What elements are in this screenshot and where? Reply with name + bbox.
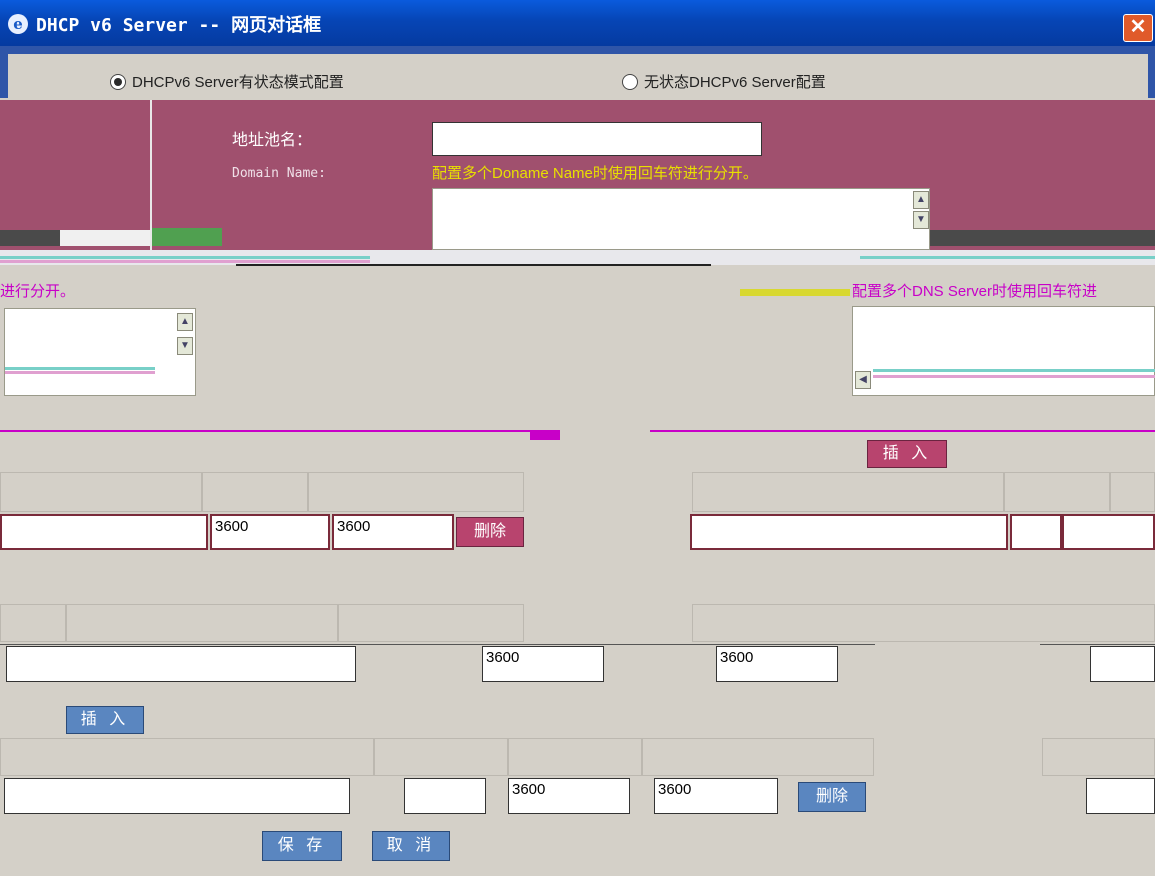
panel-strip-right <box>930 230 1155 246</box>
scroll-up-icon[interactable]: ▲ <box>913 191 929 209</box>
stateless-mode-label: 无状态DHCPv6 Server配置 <box>644 74 826 91</box>
insert-button-2[interactable]: 插 入 <box>66 706 144 734</box>
lifetime-column-header <box>1110 472 1155 512</box>
table2-header-3 <box>338 604 524 642</box>
prefix-input[interactable] <box>0 514 208 550</box>
left-dns-textarea[interactable]: ▲ ▼ <box>4 308 196 396</box>
ie-icon: e <box>8 14 28 34</box>
table3-header-2 <box>374 738 508 776</box>
table3-preferred-input[interactable]: 3600 <box>508 778 630 814</box>
textarea-strip <box>873 369 1155 372</box>
color-strip-left <box>0 256 370 259</box>
table3-extra-input[interactable] <box>1086 778 1155 814</box>
scroll-down-icon[interactable]: ▼ <box>913 211 929 229</box>
left-hint-fragment: 进行分开。 <box>0 283 76 300</box>
textarea-strip-2 <box>873 375 1155 378</box>
delete-button-2[interactable]: 删除 <box>798 782 866 812</box>
address-input[interactable] <box>690 514 1008 550</box>
table3-header-3 <box>508 738 642 776</box>
section-rule-mark <box>530 432 560 440</box>
dns-server-textarea[interactable]: ◀ <box>852 306 1155 396</box>
table2-address-input[interactable] <box>6 646 356 682</box>
scroll-up-icon[interactable]: ▲ <box>177 313 193 331</box>
close-icon[interactable]: ✕ <box>1123 14 1153 42</box>
table2-rule-right <box>1040 644 1155 645</box>
lifetime-input[interactable] <box>1062 514 1155 550</box>
title-bar: e DHCP v6 Server -- 网页对话框 ✕ <box>0 0 1155 46</box>
table3-header-1 <box>0 738 374 776</box>
table3-header-4 <box>642 738 874 776</box>
pool-name-label: 地址池名： <box>232 132 313 149</box>
dns-server-hint: 配置多个DNS Server时使用回车符进 <box>852 283 1098 300</box>
insert-button[interactable]: 插 入 <box>867 440 947 468</box>
scroll-left-icon[interactable]: ◀ <box>855 371 871 389</box>
pool-config-panel: 地址池名： Domain Name: 配置多个Doname Name时使用回车符… <box>0 100 1155 250</box>
preferred-lifetime-input[interactable]: 3600 <box>210 514 330 550</box>
panel-strip-green <box>152 228 222 246</box>
domain-name-label: Domain Name: <box>232 166 326 181</box>
table2-header-4 <box>692 604 1155 642</box>
window-title: DHCP v6 Server -- 网页对话框 <box>36 15 322 36</box>
prefix-column-header <box>0 472 202 512</box>
scroll-down-icon[interactable]: ▼ <box>177 337 193 355</box>
valid-lifetime-header <box>308 472 524 512</box>
address-column-header <box>692 472 1004 512</box>
color-strip-right <box>860 256 1155 259</box>
textarea-strip-2 <box>5 371 155 374</box>
table2-header-2 <box>66 604 338 642</box>
table3-valid-input[interactable]: 3600 <box>654 778 778 814</box>
panel-strip-left-2 <box>60 230 150 246</box>
preferred-lifetime-header <box>202 472 308 512</box>
delete-button[interactable]: 删除 <box>456 517 524 547</box>
pool-name-input[interactable] <box>432 122 762 156</box>
save-button[interactable]: 保 存 <box>262 831 342 861</box>
panel-strip-left <box>0 230 60 246</box>
table3-header-5 <box>1042 738 1155 776</box>
length-input[interactable] <box>1010 514 1062 550</box>
stateful-mode-radio[interactable] <box>110 74 126 90</box>
mode-selector-bar: DHCPv6 Server有状态模式配置 无状态DHCPv6 Server配置 <box>8 54 1148 98</box>
table2-valid-input[interactable]: 3600 <box>716 646 838 682</box>
table2-header-1 <box>0 604 66 642</box>
table2-extra-input[interactable] <box>1090 646 1155 682</box>
section-rule-left <box>0 430 560 432</box>
yellow-bar <box>740 289 850 296</box>
table2-preferred-input[interactable]: 3600 <box>482 646 604 682</box>
cancel-button[interactable]: 取 消 <box>372 831 450 861</box>
length-column-header <box>1004 472 1110 512</box>
stateful-mode-label: DHCPv6 Server有状态模式配置 <box>132 74 344 91</box>
domain-name-hint: 配置多个Doname Name时使用回车符进行分开。 <box>432 165 758 182</box>
table3-length-input[interactable] <box>404 778 486 814</box>
textarea-strip <box>5 367 155 370</box>
domain-name-textarea[interactable]: ▲ ▼ <box>432 188 930 250</box>
table2-rule <box>0 644 875 645</box>
divider-line <box>236 264 711 266</box>
table3-address-input[interactable] <box>4 778 350 814</box>
valid-lifetime-input[interactable]: 3600 <box>332 514 454 550</box>
stateless-mode-radio[interactable] <box>622 74 638 90</box>
color-strip-left-2 <box>0 260 370 263</box>
section-rule-right <box>650 430 1155 432</box>
